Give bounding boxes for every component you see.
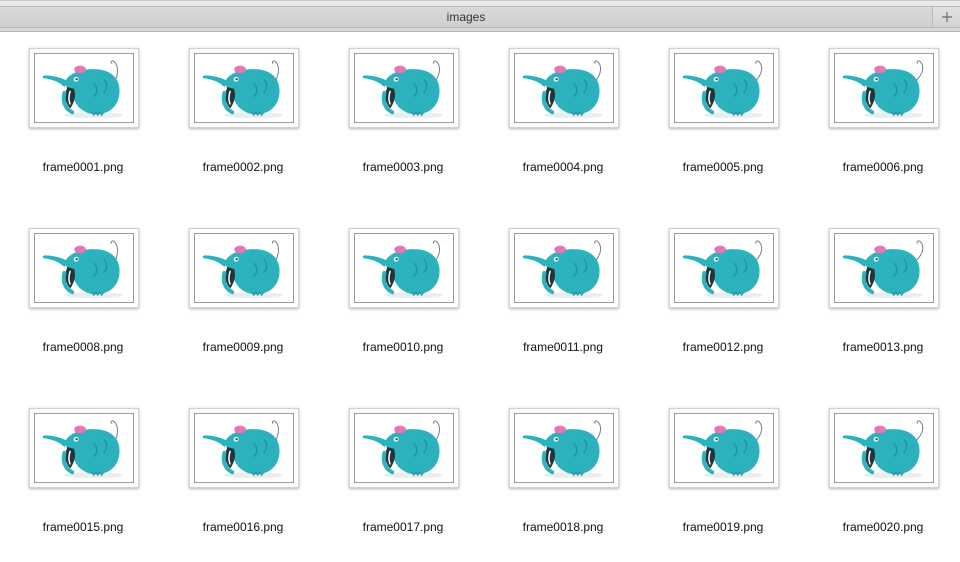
- file-item[interactable]: frame0015.png: [0, 392, 160, 562]
- creature-image: [522, 60, 604, 119]
- thumbnail-frame: [34, 413, 134, 483]
- creature-image: [362, 420, 444, 479]
- file-item[interactable]: frame0016.png: [160, 392, 320, 562]
- file-item[interactable]: frame0012.png: [640, 212, 800, 382]
- creature-image: [42, 240, 124, 299]
- thumbnail-frame: [194, 233, 294, 303]
- file-thumbnail[interactable]: [509, 228, 619, 308]
- file-thumbnail[interactable]: [189, 48, 299, 128]
- file-thumbnail[interactable]: [509, 48, 619, 128]
- thumbnail-frame: [834, 233, 934, 303]
- thumbnail-frame: [194, 53, 294, 123]
- file-item[interactable]: frame0001.png: [0, 32, 160, 202]
- file-item[interactable]: frame0005.png: [640, 32, 800, 202]
- file-thumbnail[interactable]: [29, 408, 139, 488]
- thumbnail-frame: [834, 53, 934, 123]
- thumbnail-frame: [834, 413, 934, 483]
- creature-image: [42, 60, 124, 119]
- file-name[interactable]: frame0013.png: [800, 340, 960, 354]
- file-item[interactable]: frame0017.png: [320, 392, 480, 562]
- file-thumbnail[interactable]: [29, 228, 139, 308]
- file-item[interactable]: frame0018.png: [480, 392, 640, 562]
- file-item[interactable]: frame0004.png: [480, 32, 640, 202]
- file-thumbnail[interactable]: [189, 228, 299, 308]
- creature-image: [842, 240, 924, 299]
- file-thumbnail[interactable]: [829, 408, 939, 488]
- file-item[interactable]: frame0003.png: [320, 32, 480, 202]
- thumbnail-frame: [354, 413, 454, 483]
- file-name[interactable]: frame0012.png: [640, 340, 806, 354]
- plus-icon: [941, 12, 952, 22]
- creature-image: [202, 420, 284, 479]
- file-name[interactable]: frame0001.png: [0, 160, 166, 174]
- creature-image: [42, 420, 124, 479]
- creature-image: [682, 60, 764, 119]
- creature-image: [522, 240, 604, 299]
- thumbnail-frame: [194, 413, 294, 483]
- file-name[interactable]: frame0004.png: [480, 160, 646, 174]
- file-item[interactable]: frame0002.png: [160, 32, 320, 202]
- tab-images[interactable]: images: [0, 6, 932, 28]
- thumbnail-frame: [354, 233, 454, 303]
- file-thumbnail[interactable]: [189, 408, 299, 488]
- creature-image: [362, 60, 444, 119]
- file-thumbnail[interactable]: [669, 48, 779, 128]
- thumbnail-frame: [34, 233, 134, 303]
- file-item[interactable]: frame0010.png: [320, 212, 480, 382]
- file-name[interactable]: frame0017.png: [320, 520, 486, 534]
- thumbnail-frame: [514, 53, 614, 123]
- file-name[interactable]: frame0018.png: [480, 520, 646, 534]
- new-tab-button[interactable]: [932, 6, 960, 28]
- file-thumbnail[interactable]: [669, 408, 779, 488]
- file-item[interactable]: frame0008.png: [0, 212, 160, 382]
- creature-image: [682, 420, 764, 479]
- file-item[interactable]: frame0019.png: [640, 392, 800, 562]
- thumbnail-frame: [674, 413, 774, 483]
- file-thumbnail[interactable]: [509, 408, 619, 488]
- creature-image: [362, 240, 444, 299]
- creature-image: [842, 60, 924, 119]
- thumbnail-frame: [674, 233, 774, 303]
- file-thumbnail[interactable]: [29, 48, 139, 128]
- creature-image: [522, 420, 604, 479]
- file-item[interactable]: frame0006.png: [800, 32, 960, 202]
- thumbnail-frame: [514, 233, 614, 303]
- file-name[interactable]: frame0016.png: [160, 520, 326, 534]
- file-name[interactable]: frame0002.png: [160, 160, 326, 174]
- file-name[interactable]: frame0003.png: [320, 160, 486, 174]
- file-name[interactable]: frame0019.png: [640, 520, 806, 534]
- creature-image: [682, 240, 764, 299]
- file-name[interactable]: frame0011.png: [480, 340, 646, 354]
- creature-image: [842, 420, 924, 479]
- thumbnail-frame: [34, 53, 134, 123]
- file-name[interactable]: frame0020.png: [800, 520, 960, 534]
- tab-title: images: [446, 10, 486, 24]
- file-thumbnail[interactable]: [349, 228, 459, 308]
- file-name[interactable]: frame0005.png: [640, 160, 806, 174]
- creature-image: [202, 60, 284, 119]
- file-item[interactable]: frame0020.png: [800, 392, 960, 562]
- file-name[interactable]: frame0009.png: [160, 340, 326, 354]
- creature-image: [202, 240, 284, 299]
- file-name[interactable]: frame0006.png: [800, 160, 960, 174]
- file-thumbnail[interactable]: [829, 48, 939, 128]
- thumbnail-frame: [514, 413, 614, 483]
- file-item[interactable]: frame0013.png: [800, 212, 960, 382]
- file-thumbnail[interactable]: [829, 228, 939, 308]
- file-name[interactable]: frame0010.png: [320, 340, 486, 354]
- file-name[interactable]: frame0015.png: [0, 520, 166, 534]
- file-item[interactable]: frame0009.png: [160, 212, 320, 382]
- thumbnail-frame: [354, 53, 454, 123]
- window-titlebar: images: [0, 0, 960, 32]
- file-thumbnail[interactable]: [349, 408, 459, 488]
- file-grid: frame0001.png frame0002.png frame0003.pn…: [0, 32, 960, 540]
- file-item[interactable]: frame0011.png: [480, 212, 640, 382]
- thumbnail-frame: [674, 53, 774, 123]
- file-thumbnail[interactable]: [349, 48, 459, 128]
- file-name[interactable]: frame0008.png: [0, 340, 166, 354]
- file-thumbnail[interactable]: [669, 228, 779, 308]
